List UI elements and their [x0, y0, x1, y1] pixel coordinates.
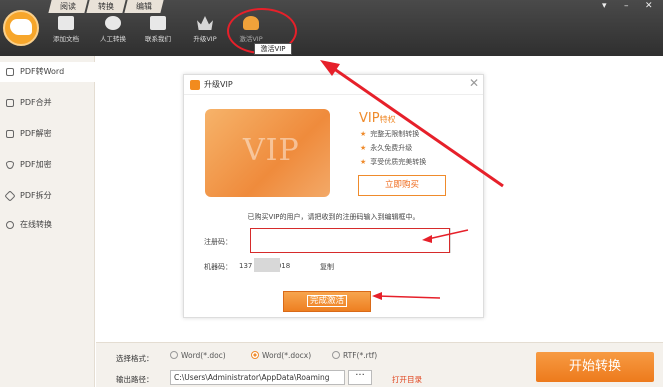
copy-link[interactable]: 复制: [320, 262, 334, 272]
sidebar-item-pdf-to-word[interactable]: PDF转Word: [0, 62, 95, 82]
chat-icon: [150, 16, 166, 30]
split-icon: [4, 190, 16, 202]
star-icon: ★: [360, 144, 367, 152]
tab-read[interactable]: 阅读: [48, 0, 88, 13]
format-radio-doc[interactable]: Word(*.doc): [170, 351, 226, 360]
browse-button[interactable]: ···: [348, 370, 372, 385]
sidebar-item-pdf-merge[interactable]: PDF合并: [0, 93, 95, 113]
minimize-button[interactable]: –: [624, 1, 629, 11]
merge-icon: [6, 99, 14, 107]
perk-item: ★ 享受优质完美转换: [360, 158, 427, 166]
perk-item: ★ 完整无限制转换: [360, 130, 420, 138]
upgrade-vip-dialog: 升级VIP ✕ VIP VIP特权 ★ 完整无限制转换 ★ 永久免费升级 ★ 享受优质…: [183, 74, 484, 318]
bottom-bar: 选择格式： Word(*.doc) Word(*.docx) RTF(*.rtf…: [96, 342, 663, 387]
tooltip: 激活VIP: [254, 43, 292, 55]
crown-icon: [197, 16, 213, 30]
input-divider: [450, 228, 451, 253]
complete-activation-button[interactable]: 完成激活: [283, 291, 371, 312]
open-directory-link[interactable]: 打开目录: [392, 374, 422, 385]
format-radio-docx[interactable]: Word(*.docx): [251, 351, 311, 360]
upgrade-vip-button[interactable]: 升级VIP: [182, 16, 228, 52]
registration-code-label: 注册码：: [204, 238, 232, 246]
format-label: 选择格式：: [116, 354, 154, 363]
buy-now-button[interactable]: 立即购买: [358, 175, 446, 196]
machine-code-label: 机器码：: [204, 263, 232, 271]
format-radio-rtf[interactable]: RTF(*.rtf): [332, 351, 377, 360]
add-document-button[interactable]: 添加文档: [43, 16, 89, 52]
sidebar-item-pdf-split[interactable]: PDF拆分: [0, 186, 95, 206]
dialog-title: 升级VIP: [204, 80, 233, 89]
unlock-icon: [6, 130, 14, 138]
redaction-block: [254, 258, 280, 272]
app-small-icon: [190, 80, 200, 90]
headset-icon: [105, 16, 121, 30]
sidebar-item-pdf-decrypt[interactable]: PDF解密: [0, 124, 95, 144]
tab-convert[interactable]: 转换: [86, 0, 126, 13]
close-window-button[interactable]: ✕: [645, 1, 653, 11]
tab-edit[interactable]: 编辑: [124, 0, 164, 13]
vip-privileges-heading: VIP特权: [359, 111, 396, 126]
registration-code-input[interactable]: [250, 228, 450, 253]
start-convert-button[interactable]: 开始转换: [536, 352, 654, 382]
perk-item: ★ 永久免费升级: [360, 144, 413, 152]
star-icon: ★: [360, 130, 367, 138]
logo-mark-icon: [10, 19, 32, 35]
contact-us-button[interactable]: 联系我们: [135, 16, 181, 52]
manual-convert-button[interactable]: 人工转换: [90, 16, 136, 52]
output-path-input[interactable]: C:\Users\Administrator\AppData\Roaming: [170, 370, 345, 385]
cloud-icon: [6, 221, 14, 229]
sidebar-item-online-convert[interactable]: 在线转换: [0, 215, 95, 235]
folder-plus-icon: [58, 16, 74, 30]
menu-dropdown-icon[interactable]: ▾: [602, 1, 607, 11]
word-icon: [6, 68, 14, 76]
output-path-label: 输出路径：: [116, 375, 154, 384]
vip-card-image: VIP: [205, 109, 330, 197]
shield-icon: [6, 161, 14, 169]
star-icon: ★: [360, 158, 367, 166]
sidebar-item-pdf-encrypt[interactable]: PDF加密: [0, 155, 95, 175]
activation-notice: 已购买VIP的用户，请把收到的注册码输入到编辑框中。: [247, 213, 420, 221]
dialog-close-icon[interactable]: ✕: [469, 76, 479, 90]
